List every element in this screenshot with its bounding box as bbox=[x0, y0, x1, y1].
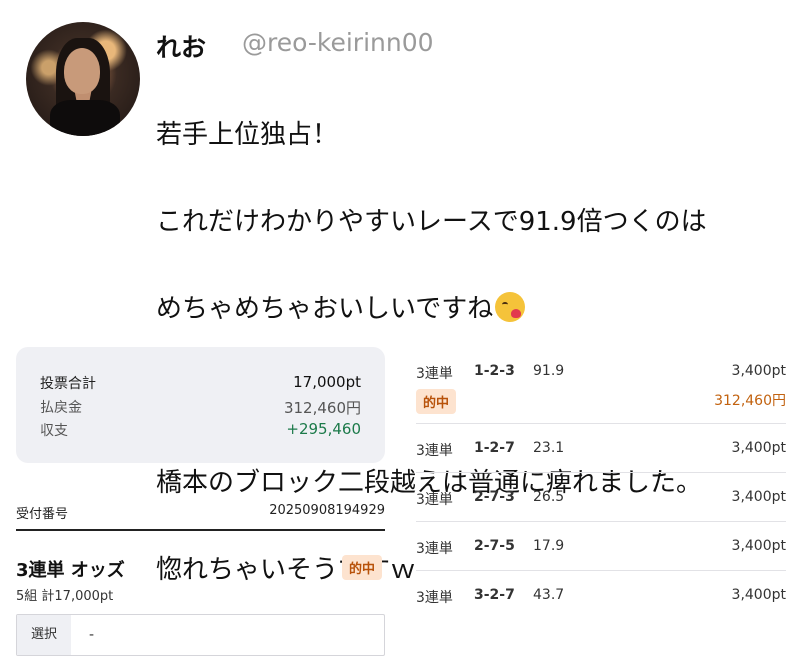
author-handle[interactable]: @reo-keirinn00 bbox=[242, 28, 434, 57]
summary-card: 投票合計 17,000pt 払戻金 312,460円 収支 +295,460 bbox=[16, 347, 385, 463]
selection-field[interactable]: 選択 - bbox=[16, 614, 385, 656]
odds-title: 3連単 オッズ bbox=[16, 560, 125, 581]
bet-hit-badge: 的中 bbox=[416, 389, 457, 414]
bet-row[interactable]: 3連単 1-2-3 91.9 3,400pt 的中 312,460円 bbox=[416, 352, 786, 424]
kissing-face-icon bbox=[495, 291, 526, 322]
bet-amount: 3,400pt bbox=[731, 489, 786, 505]
post-line: これだけわかりやすいレースで91.9倍つくのは bbox=[156, 206, 707, 237]
bet-combo: 1-2-3 bbox=[474, 363, 515, 379]
post-line: めちゃめちゃおいしいですね bbox=[156, 288, 796, 332]
bet-list: 3連単 1-2-3 91.9 3,400pt 的中 312,460円 3連単 1… bbox=[416, 352, 786, 619]
divider bbox=[16, 529, 385, 531]
avatar-body bbox=[50, 100, 120, 136]
avatar[interactable] bbox=[26, 22, 140, 136]
selection-value: - bbox=[89, 627, 95, 643]
bet-payout: 312,460円 bbox=[714, 393, 786, 409]
avatar-face bbox=[64, 48, 100, 94]
bet-type: 3連単 bbox=[416, 541, 453, 557]
bet-combo: 3-2-7 bbox=[474, 587, 515, 603]
post-line-text: めちゃめちゃおいしいですね bbox=[156, 293, 494, 324]
receipt-label: 受付番号 bbox=[16, 507, 69, 522]
bet-odds: 17.9 bbox=[533, 538, 565, 554]
bet-amount: 3,400pt bbox=[731, 538, 786, 554]
receipt-row: 受付番号 20250908194929 bbox=[16, 503, 385, 522]
total-label: 投票合計 bbox=[40, 376, 96, 392]
bet-amount: 3,400pt bbox=[731, 440, 786, 456]
bet-odds: 26.5 bbox=[533, 489, 565, 505]
balance-value: +295,460 bbox=[286, 420, 361, 438]
bet-odds: 43.7 bbox=[533, 587, 565, 603]
bet-odds: 91.9 bbox=[533, 363, 565, 379]
selection-label: 選択 bbox=[17, 615, 71, 655]
bet-type: 3連単 bbox=[416, 590, 453, 606]
hit-badge: 的中 bbox=[342, 555, 383, 580]
bet-count: 5組 計17,000pt bbox=[16, 589, 114, 604]
bet-row[interactable]: 3連単 1-2-7 23.1 3,400pt bbox=[416, 424, 786, 473]
author-name[interactable]: れお bbox=[156, 28, 206, 64]
bet-combo: 2-7-3 bbox=[474, 489, 515, 505]
post-line: 若手上位独占！ bbox=[156, 119, 339, 150]
bet-row[interactable]: 3連単 2-7-3 26.5 3,400pt bbox=[416, 473, 786, 522]
bet-type: 3連単 bbox=[416, 366, 453, 382]
bet-amount: 3,400pt bbox=[731, 363, 786, 379]
balance-label: 収支 bbox=[40, 423, 68, 439]
bet-row[interactable]: 3連単 2-7-5 17.9 3,400pt bbox=[416, 522, 786, 571]
bet-odds: 23.1 bbox=[533, 440, 565, 456]
receipt-number: 20250908194929 bbox=[269, 503, 385, 518]
bet-type: 3連単 bbox=[416, 443, 453, 459]
bet-row[interactable]: 3連単 3-2-7 43.7 3,400pt bbox=[416, 571, 786, 619]
payout-label: 払戻金 bbox=[40, 400, 82, 416]
payout-value: 312,460円 bbox=[283, 399, 361, 417]
bet-amount: 3,400pt bbox=[731, 587, 786, 603]
bet-combo: 1-2-7 bbox=[474, 440, 515, 456]
bet-type: 3連単 bbox=[416, 492, 453, 508]
bet-combo: 2-7-5 bbox=[474, 538, 515, 554]
total-value: 17,000pt bbox=[293, 373, 361, 391]
